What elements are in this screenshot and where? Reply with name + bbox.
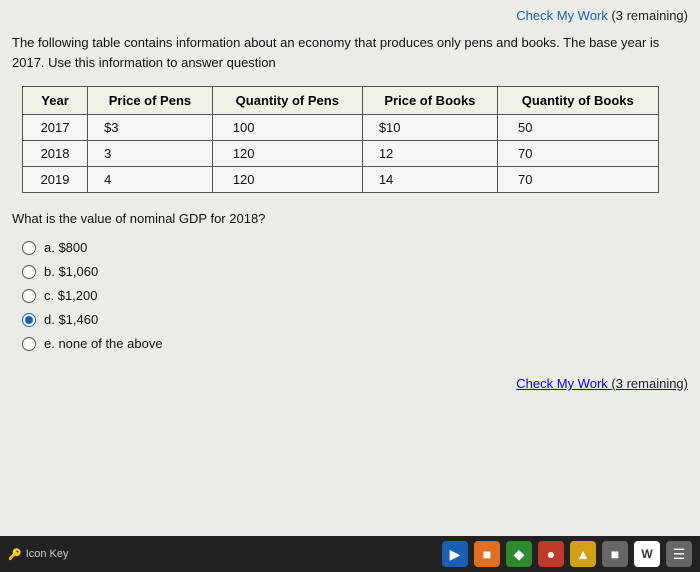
check-my-work-bottom-link[interactable]: Check My Work (3 remaining)	[516, 376, 688, 391]
taskbar-icon-7[interactable]: ☰	[666, 541, 692, 567]
taskbar: 🔑 Icon Key ▶ ■ ◆ ● ▲ ■ W ☰	[0, 536, 700, 572]
option-d[interactable]: d. $1,460	[22, 312, 682, 327]
icon-key-text: Icon Key	[26, 548, 69, 560]
check-my-work-top-link[interactable]: Check My Work (3 remaining)	[516, 8, 688, 23]
remaining-bottom-text: (3 remaining)	[611, 376, 688, 391]
option-a-label: a. $800	[44, 240, 87, 255]
row2-year: 2018	[23, 141, 88, 167]
col-price-pens: Price of Pens	[88, 87, 213, 115]
check-my-work-bottom-text: Check My Work	[516, 376, 608, 391]
col-year: Year	[23, 87, 88, 115]
row3-qty-pens: 120	[212, 167, 362, 193]
row2-qty-books: 70	[498, 141, 658, 167]
check-my-work-top-text: Check My Work	[516, 8, 608, 23]
icon-key-label: 🔑 Icon Key	[8, 548, 69, 561]
row3-year: 2019	[23, 167, 88, 193]
taskbar-icon-4[interactable]: ●	[538, 541, 564, 567]
row2-price-pens: 3	[88, 141, 213, 167]
row1-qty-pens: 100	[212, 115, 362, 141]
row2-qty-pens: 120	[212, 141, 362, 167]
row3-price-books: 14	[362, 167, 497, 193]
col-qty-books: Quantity of Books	[498, 87, 658, 115]
row3-qty-books: 70	[498, 167, 658, 193]
option-b[interactable]: b. $1,060	[22, 264, 682, 279]
option-c[interactable]: c. $1,200	[22, 288, 682, 303]
taskbar-icon-2[interactable]: ■	[474, 541, 500, 567]
option-e[interactable]: e. none of the above	[22, 336, 682, 351]
row2-price-books: 12	[362, 141, 497, 167]
table-header-row: Year Price of Pens Quantity of Pens Pric…	[23, 87, 659, 115]
radio-a[interactable]	[22, 241, 36, 255]
row1-price-books: $10	[362, 115, 497, 141]
taskbar-icon-6[interactable]: ■	[602, 541, 628, 567]
option-a[interactable]: a. $800	[22, 240, 682, 255]
check-my-work-bottom: Check My Work (3 remaining)	[0, 370, 700, 395]
table-row: 2018 3 120 12 70	[23, 141, 659, 167]
row1-qty-books: 50	[498, 115, 658, 141]
taskbar-icon-w[interactable]: W	[634, 541, 660, 567]
radio-e[interactable]	[22, 337, 36, 351]
data-table: Year Price of Pens Quantity of Pens Pric…	[22, 86, 659, 193]
taskbar-icon-1[interactable]: ▶	[442, 541, 468, 567]
intro-text: The following table contains information…	[12, 33, 682, 72]
taskbar-icon-5[interactable]: ▲	[570, 541, 596, 567]
radio-b[interactable]	[22, 265, 36, 279]
option-b-label: b. $1,060	[44, 264, 98, 279]
option-e-label: e. none of the above	[44, 336, 163, 351]
question-text: What is the value of nominal GDP for 201…	[12, 211, 682, 226]
radio-c[interactable]	[22, 289, 36, 303]
screen: Check My Work (3 remaining) The followin…	[0, 0, 700, 572]
option-c-label: c. $1,200	[44, 288, 98, 303]
taskbar-icons: ▶ ■ ◆ ● ▲ ■ W ☰	[442, 541, 692, 567]
row1-year: 2017	[23, 115, 88, 141]
table-row: 2017 $3 100 $10 50	[23, 115, 659, 141]
key-icon: 🔑	[8, 548, 22, 561]
option-d-label: d. $1,460	[44, 312, 98, 327]
content-area: The following table contains information…	[0, 27, 700, 366]
col-price-books: Price of Books	[362, 87, 497, 115]
check-my-work-top: Check My Work (3 remaining)	[0, 0, 700, 27]
options-list: a. $800 b. $1,060 c. $1,200 d. $1,460 e.…	[12, 240, 682, 351]
radio-d[interactable]	[22, 313, 36, 327]
taskbar-icon-3[interactable]: ◆	[506, 541, 532, 567]
table-row: 2019 4 120 14 70	[23, 167, 659, 193]
col-qty-pens: Quantity of Pens	[212, 87, 362, 115]
remaining-top-text: (3 remaining)	[611, 8, 688, 23]
row3-price-pens: 4	[88, 167, 213, 193]
row1-price-pens: $3	[88, 115, 213, 141]
